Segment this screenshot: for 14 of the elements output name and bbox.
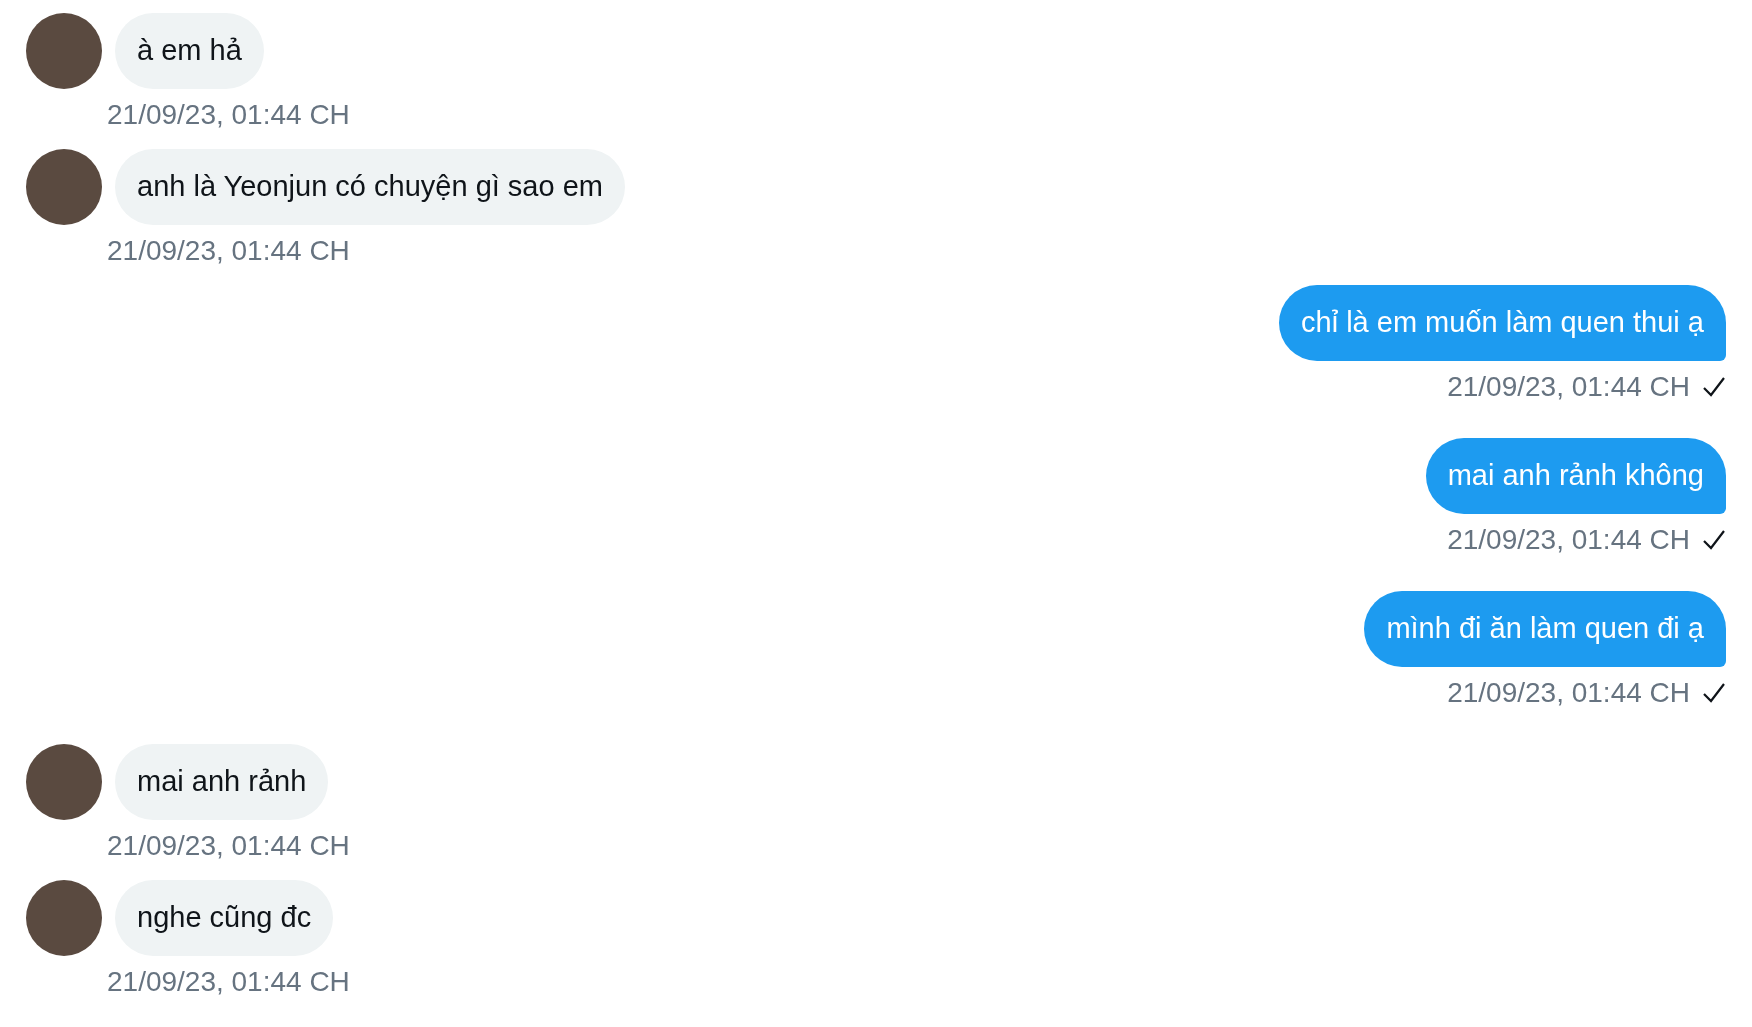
message-bubble: mai anh rảnh bbox=[115, 744, 329, 820]
message-timestamp: 21/09/23, 01:44 CH bbox=[1447, 370, 1690, 404]
message-timestamp: 21/09/23, 01:44 CH bbox=[107, 965, 350, 999]
message-timestamp: 21/09/23, 01:44 CH bbox=[1447, 676, 1690, 710]
message-bubble: mình đi ăn làm quen đi ạ bbox=[1364, 591, 1726, 667]
message-timestamp: 21/09/23, 01:44 CH bbox=[107, 829, 350, 863]
message-bubble: chỉ là em muốn làm quen thui ạ bbox=[1279, 285, 1726, 361]
message-bubble: à em hả bbox=[115, 13, 264, 89]
message-bubble: anh là Yeonjun có chuyện gì sao em bbox=[115, 149, 625, 225]
message-timestamp: 21/09/23, 01:44 CH bbox=[107, 98, 350, 132]
message-bubble: mai anh rảnh không bbox=[1425, 438, 1726, 514]
message-bubble: nghe cũng đc bbox=[115, 880, 334, 956]
message-timestamp: 21/09/23, 01:44 CH bbox=[107, 234, 350, 268]
message-timestamp: 21/09/23, 01:44 CH bbox=[1447, 523, 1690, 557]
